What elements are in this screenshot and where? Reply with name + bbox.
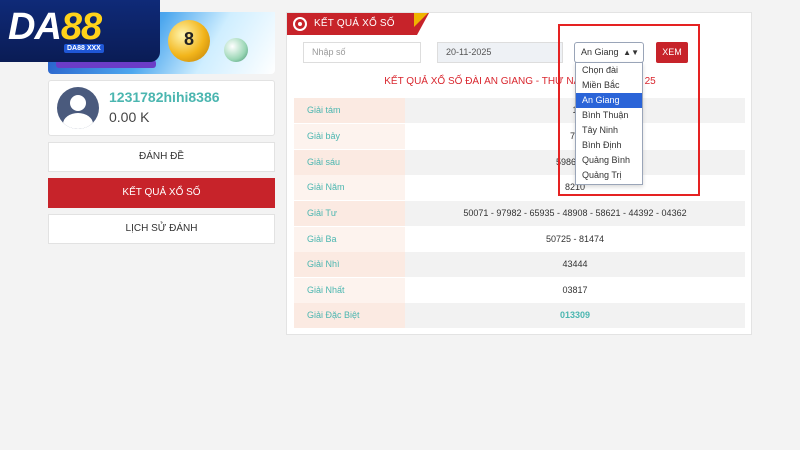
date-input[interactable]: 20-11-2025 <box>437 42 563 63</box>
result-title: KẾT QUẢ XỔ SỐ ĐÀI AN GIANG - THỨ NĂM 25 <box>384 76 656 87</box>
lottery-ball-small-icon <box>224 38 248 62</box>
prize-label: Giải Đặc Biệt <box>294 303 405 328</box>
dropdown-option[interactable]: Quảng Bình <box>576 153 642 168</box>
prize-label: Giải Nhì <box>294 252 405 277</box>
panel-header: KẾT QUẢ XỔ SỐ <box>287 13 429 35</box>
result-row: Giải Ba 50725 - 81474 <box>294 227 745 252</box>
prize-label: Giải sáu <box>294 150 405 175</box>
dropdown-option[interactable]: Miền Bắc <box>576 78 642 93</box>
lottery-ball-icon: 8 <box>168 20 210 62</box>
username: 1231782hihi8386 <box>109 89 220 105</box>
result-row: Giải sáu 5986 - 83 <box>294 150 745 175</box>
result-row: Giải Nhì 43444 <box>294 252 745 277</box>
prize-value: 03817 <box>562 285 588 295</box>
province-select-value: An Giang <box>581 47 619 57</box>
result-row: Giải Năm 8210 <box>294 175 745 200</box>
dropdown-option[interactable]: Bình Định <box>576 138 642 153</box>
menu-ket-qua-xo-so-button[interactable]: KẾT QUẢ XỔ SỐ <box>48 178 275 208</box>
header-accent <box>414 13 428 27</box>
province-dropdown-list[interactable]: Chọn đài Miền Bắc An Giang Bình Thuận Tâ… <box>575 62 643 185</box>
logo-text: DA88 <box>8 6 102 48</box>
menu-lich-su-danh-button[interactable]: LỊCH SỬ ĐÁNH <box>48 214 275 244</box>
dropdown-option[interactable]: Quảng Trị <box>576 168 642 183</box>
prize-label: Giải Ba <box>294 227 405 252</box>
dropdown-option[interactable]: Bình Thuận <box>576 108 642 123</box>
prize-label: Giải bảy <box>294 124 405 149</box>
view-button[interactable]: XEM <box>656 42 688 63</box>
user-profile-card: 1231782hihi8386 0.00 K <box>48 80 275 136</box>
prize-value-special: 013309 <box>559 310 591 320</box>
result-row: Giải bảy 76 <box>294 124 745 149</box>
sort-caret-icon: ▲▼ <box>623 48 639 57</box>
prize-value: 43444 <box>562 259 588 269</box>
menu-danh-de-button[interactable]: ĐÁNH ĐỀ <box>48 142 275 172</box>
balance: 0.00 K <box>109 109 150 125</box>
result-row: Giải Tư 50071 - 97982 - 65935 - 48908 - … <box>294 201 745 226</box>
dropdown-option[interactable]: Chọn đài <box>576 63 642 78</box>
prize-value: 50725 - 81474 <box>545 234 605 244</box>
province-select[interactable]: An Giang ▲▼ <box>574 42 644 63</box>
prize-value: 50071 - 97982 - 65935 - 48908 - 58621 - … <box>463 208 687 218</box>
prize-label: Giải tám <box>294 98 405 123</box>
prize-label: Giải Nhất <box>294 278 405 303</box>
results-panel: KẾT QUẢ XỔ SỐ Nhập số 20-11-2025 An Gian… <box>286 12 752 335</box>
dropdown-option-selected[interactable]: An Giang <box>576 93 642 108</box>
lottery-icon <box>293 17 307 31</box>
brand-logo[interactable]: DA88 DA88 XXX <box>0 0 160 62</box>
number-input[interactable]: Nhập số <box>303 42 421 63</box>
panel-title: KẾT QUẢ XỔ SỐ <box>314 18 395 29</box>
avatar-icon <box>57 87 99 129</box>
prize-label: Giải Tư <box>294 201 405 226</box>
result-row: Giải tám 1 <box>294 98 745 123</box>
logo-subtext: DA88 XXX <box>64 44 104 53</box>
dropdown-option[interactable]: Tây Ninh <box>576 123 642 138</box>
prize-label: Giải Năm <box>294 175 405 200</box>
result-row: Giải Đặc Biệt 013309 <box>294 303 745 328</box>
result-row: Giải Nhất 03817 <box>294 278 745 303</box>
